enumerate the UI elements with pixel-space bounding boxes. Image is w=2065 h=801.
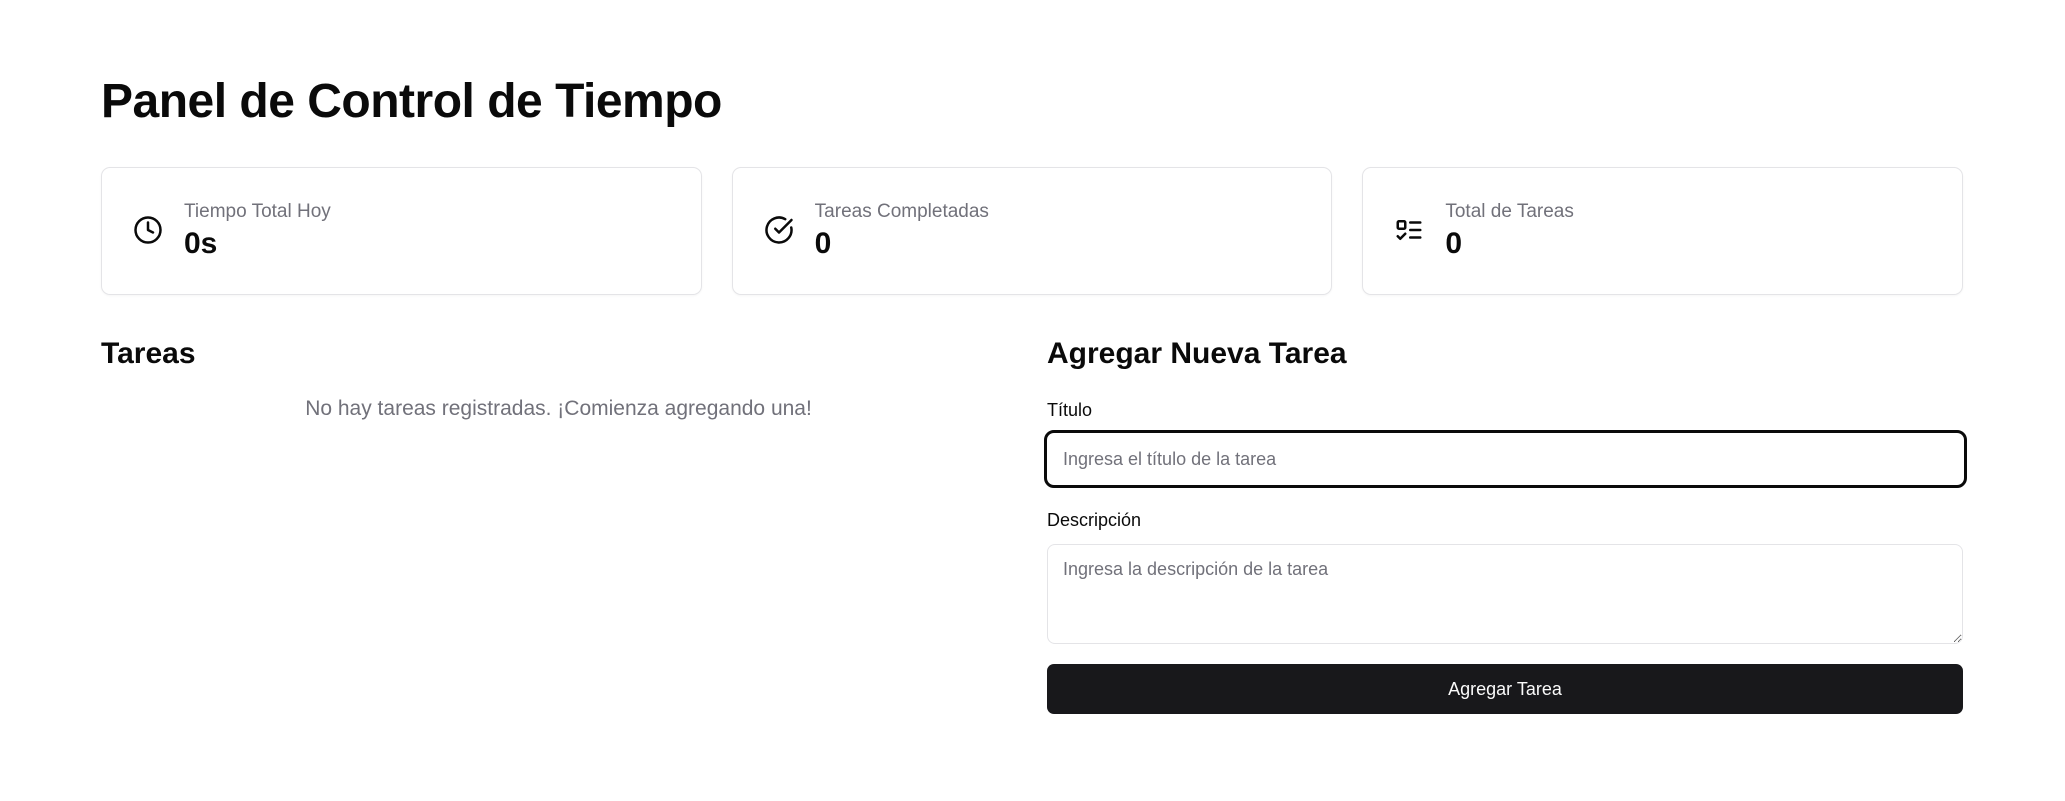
add-task-button[interactable]: Agregar Tarea	[1047, 664, 1963, 714]
stat-card-completed-tasks: Tareas Completadas 0	[731, 167, 1333, 295]
stats-row: Tiempo Total Hoy 0s Tareas Completadas 0	[101, 167, 1964, 295]
title-field-label: Título	[1047, 400, 1093, 420]
add-task-section-title: Agregar Nueva Tarea	[1047, 337, 1347, 370]
check-circle-icon	[763, 214, 795, 246]
title-input[interactable]	[1044, 430, 1967, 488]
description-field-label: Descripción	[1047, 510, 1142, 530]
empty-tasks-message: No hay tareas registradas. ¡Comienza agr…	[305, 397, 812, 420]
dashboard-page: Panel de Control de Tiempo Tiempo Total …	[0, 0, 2065, 801]
description-textarea[interactable]	[1047, 544, 1963, 644]
stat-label: Total de Tareas	[1445, 201, 1574, 222]
page-title: Panel de Control de Tiempo	[101, 75, 722, 128]
stat-card-total-tasks: Total de Tareas 0	[1362, 167, 1964, 295]
list-checks-icon	[1393, 214, 1425, 246]
clock-icon	[132, 214, 164, 246]
stat-label: Tiempo Total Hoy	[184, 201, 331, 222]
stat-value: 0	[814, 227, 832, 260]
stat-value: 0s	[184, 227, 218, 260]
tasks-section-title: Tareas	[101, 337, 196, 370]
stat-card-total-time: Tiempo Total Hoy 0s	[101, 167, 702, 295]
stat-label: Tareas Completadas	[814, 201, 989, 222]
stat-value: 0	[1445, 227, 1463, 260]
